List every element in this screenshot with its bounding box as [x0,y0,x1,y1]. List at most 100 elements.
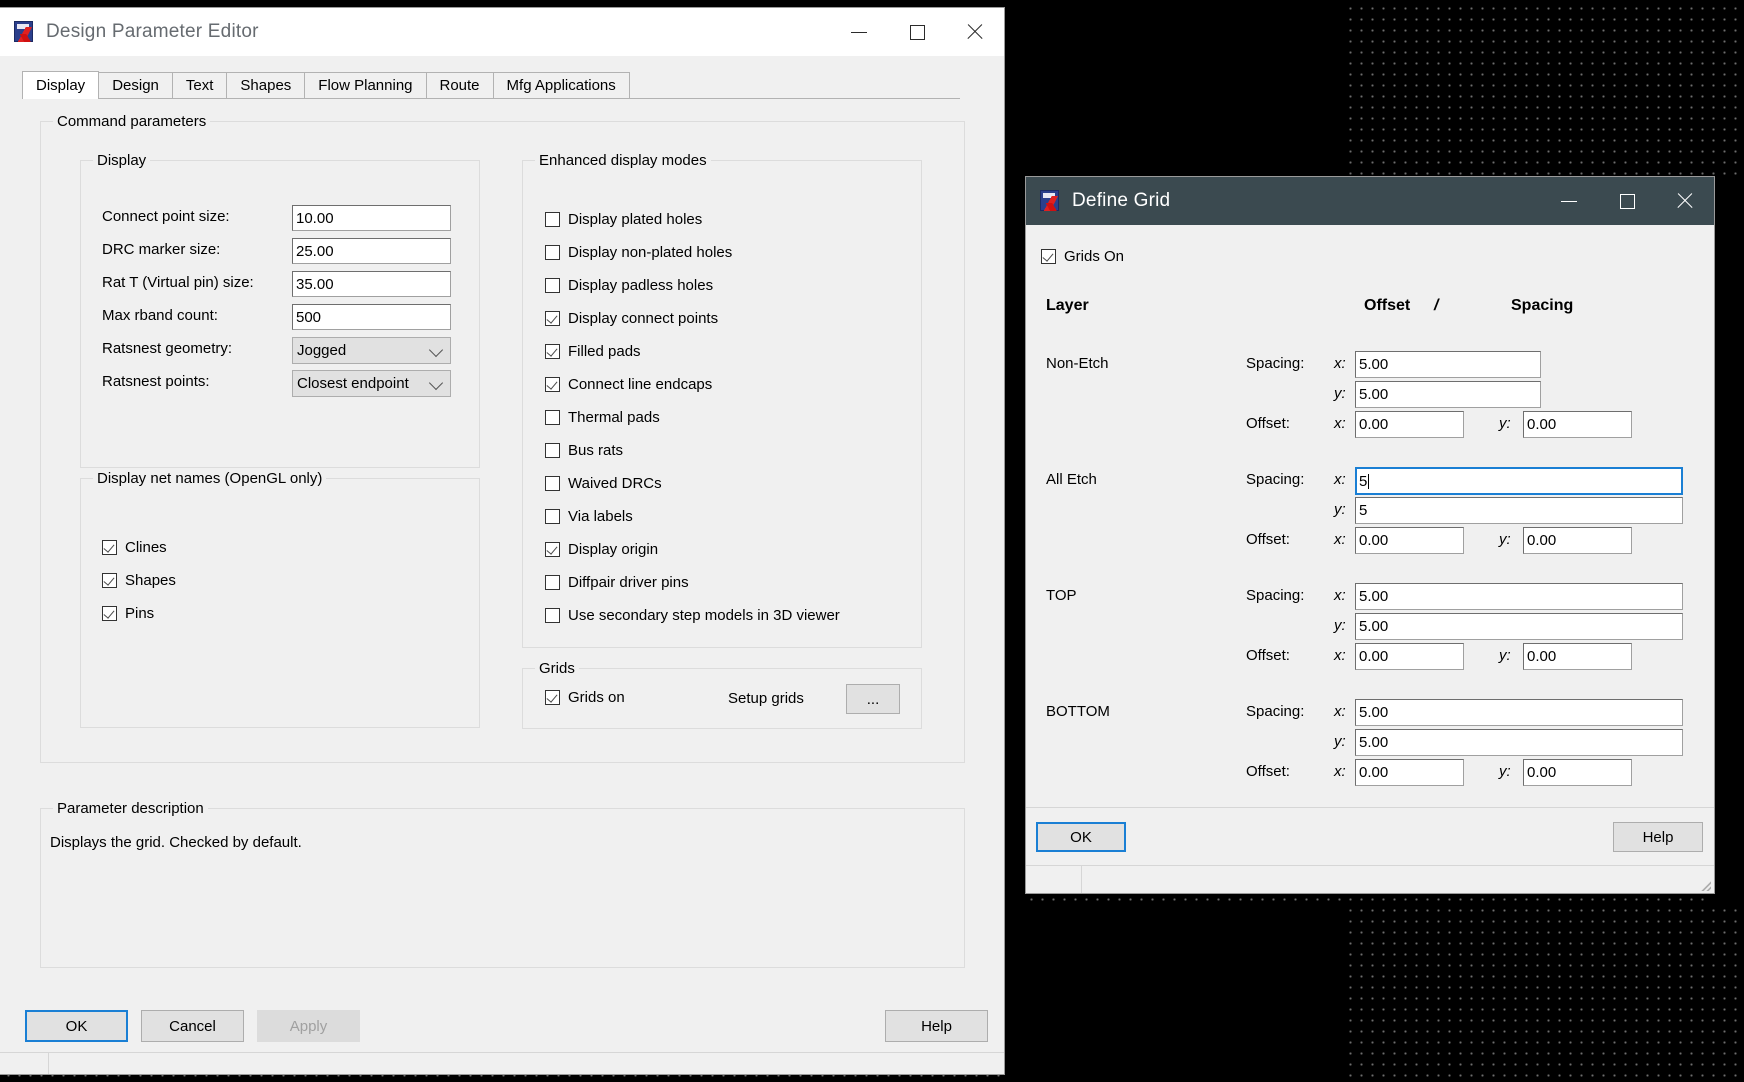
checkbox-icon [545,344,560,359]
row-non-etch-spacing-y-input[interactable]: 5.00 [1355,381,1541,408]
minimize-button[interactable] [1540,177,1598,225]
field-drc-marker-size[interactable]: DRC marker size: [102,241,292,258]
checkbox-use-secondary-step-models[interactable]: Use secondary step models in 3D viewer [545,607,840,624]
display-net-names-group: Display net names (OpenGL only) [80,470,480,728]
define-grid-window-controls[interactable] [1540,177,1714,225]
close-button[interactable] [946,8,1004,56]
row-non-etch-spacing-x-input[interactable]: 5.00 [1355,351,1541,378]
checkbox-display-connect-points[interactable]: Display connect points [545,310,718,327]
checkbox-grids-on-label: Grids on [568,689,625,706]
checkbox-shapes[interactable]: Shapes [102,572,176,589]
dpe-titlebar[interactable]: Design Parameter Editor [0,8,1004,56]
dpe-tabstrip[interactable]: Display Design Text Shapes Flow Planning… [22,71,960,99]
checkbox-waived-drcs[interactable]: Waived DRCs [545,475,662,492]
parameter-description-text: Displays the grid. Checked by default. [50,834,302,851]
checkbox-connect-line-endcaps-label: Connect line endcaps [568,376,713,393]
minimize-button[interactable] [830,8,888,56]
drc-marker-size-input[interactable]: 25.00 [292,238,451,264]
canvas-black-region-bottom [1004,904,1344,1082]
checkbox-display-plated-holes[interactable]: Display plated holes [545,211,702,228]
field-rat-t-size[interactable]: Rat T (Virtual pin) size: [102,274,292,291]
row-top-spacing-y-input[interactable]: 5.00 [1355,613,1683,640]
row-non-etch-offset-y-input[interactable]: 0.00 [1523,411,1632,438]
checkbox-thermal-pads[interactable]: Thermal pads [545,409,660,426]
row-top-offset-y-input[interactable]: 0.00 [1523,643,1632,670]
row-all-etch-offset-label: Offset: [1246,531,1290,548]
enhanced-display-modes-title: Enhanced display modes [535,152,711,169]
rat-t-size-label: Rat T (Virtual pin) size: [102,274,254,291]
row-bottom-offset-x-input[interactable]: 0.00 [1355,759,1464,786]
define-grid-help-button[interactable]: Help [1613,822,1703,852]
chevron-down-icon [428,375,444,390]
resize-grip-icon[interactable] [1699,879,1711,891]
tab-mfg-applications[interactable]: Mfg Applications [492,72,630,98]
design-parameter-editor-window[interactable]: Design Parameter Editor Display Design T… [0,8,1004,1074]
checkbox-display-origin[interactable]: Display origin [545,541,658,558]
field-max-rband-count[interactable]: Max rband count: [102,307,292,324]
dpe-cancel-button[interactable]: Cancel [141,1010,244,1042]
row-bottom-spacing-y-input[interactable]: 5.00 [1355,729,1683,756]
setup-grids-button[interactable]: ... [846,684,900,714]
define-grid-grids-on-checkbox[interactable]: Grids On [1041,248,1124,265]
checkbox-pins[interactable]: Pins [102,605,154,622]
dpe-window-title: Design Parameter Editor [46,21,259,42]
row-non-etch-offset-x-axis: x: [1334,415,1346,432]
field-ratsnest-geometry[interactable]: Ratsnest geometry: [102,340,292,357]
connect-point-size-input[interactable]: 10.00 [292,205,451,231]
checkbox-via-labels[interactable]: Via labels [545,508,633,525]
define-grid-window[interactable]: Define Grid Grids On Layer Offset / Spac… [1026,177,1714,893]
dpe-ok-button[interactable]: OK [25,1010,128,1042]
checkbox-display-padless-holes[interactable]: Display padless holes [545,277,713,294]
define-grid-grids-on-label: Grids On [1064,248,1125,265]
checkbox-icon [545,278,560,293]
row-all-etch-offset-y-input[interactable]: 0.00 [1523,527,1632,554]
dpe-help-button[interactable]: Help [885,1010,988,1042]
checkbox-filled-pads[interactable]: Filled pads [545,343,641,360]
checkbox-grids-on[interactable]: Grids on [545,689,625,706]
row-top-offset-x-input[interactable]: 0.00 [1355,643,1464,670]
checkbox-icon [545,476,560,491]
row-bottom-offset-y-input[interactable]: 0.00 [1523,759,1632,786]
checkbox-clines[interactable]: Clines [102,539,167,556]
define-grid-ok-button[interactable]: OK [1036,822,1126,852]
header-separator: / [1434,297,1439,314]
dpe-window-controls[interactable] [830,8,1004,56]
checkbox-diffpair-driver-pins[interactable]: Diffpair driver pins [545,574,689,591]
row-all-etch-spacing-y-input[interactable]: 5 [1355,497,1683,524]
row-top-offset-x-axis: x: [1334,647,1346,664]
field-connect-point-size[interactable]: Connect point size: [102,208,292,225]
close-icon [965,22,985,42]
checkbox-connect-line-endcaps[interactable]: Connect line endcaps [545,376,712,393]
row-all-etch-spacing-label: Spacing: [1246,471,1305,488]
row-all-etch-spacing-x-input[interactable]: 5 [1355,467,1683,495]
checkbox-use-secondary-step-models-label: Use secondary step models in 3D viewer [568,607,840,624]
command-parameters-title: Command parameters [53,113,211,130]
max-rband-count-label: Max rband count: [102,307,218,324]
maximize-button[interactable] [888,8,946,56]
tab-text[interactable]: Text [171,72,228,98]
ratsnest-geometry-select[interactable]: Jogged [292,337,451,364]
tab-shapes[interactable]: Shapes [226,72,306,98]
max-rband-count-input[interactable]: 500 [292,304,451,330]
row-non-etch-offset-x-input[interactable]: 0.00 [1355,411,1464,438]
field-ratsnest-points[interactable]: Ratsnest points: [102,373,292,390]
tab-flow-planning[interactable]: Flow Planning [304,72,427,98]
ratsnest-points-select[interactable]: Closest endpoint [292,370,451,397]
row-top-offset-y-axis: y: [1499,647,1511,664]
tab-display[interactable]: Display [22,71,100,99]
close-button[interactable] [1656,177,1714,225]
checkbox-display-connect-points-label: Display connect points [568,310,719,327]
row-all-etch-offset-x-input[interactable]: 0.00 [1355,527,1464,554]
tab-route[interactable]: Route [425,72,494,98]
row-top-spacing-y-axis: y: [1334,617,1346,634]
maximize-button[interactable] [1598,177,1656,225]
drc-marker-size-label: DRC marker size: [102,241,221,258]
row-bottom-spacing-x-input[interactable]: 5.00 [1355,699,1683,726]
define-grid-titlebar[interactable]: Define Grid [1026,177,1714,225]
row-top-spacing-x-input[interactable]: 5.00 [1355,583,1683,610]
tab-design[interactable]: Design [98,72,173,98]
checkbox-display-non-plated-holes[interactable]: Display non-plated holes [545,244,732,261]
rat-t-size-input[interactable]: 35.00 [292,271,451,297]
checkbox-bus-rats[interactable]: Bus rats [545,442,623,459]
checkbox-diffpair-driver-pins-label: Diffpair driver pins [568,574,689,591]
